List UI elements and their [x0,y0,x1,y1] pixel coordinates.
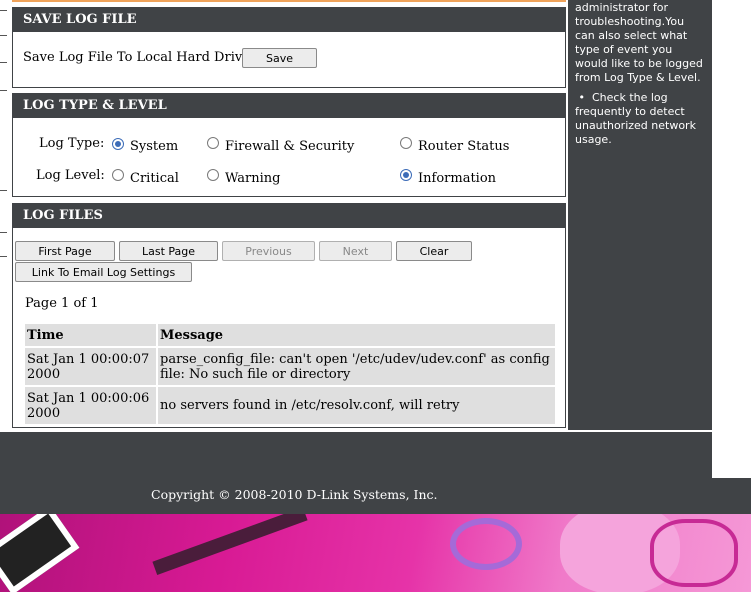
radio-firewall-security[interactable] [207,137,219,149]
radio-system[interactable] [112,138,124,150]
accent-line [12,0,566,2]
save-log-label: Save Log File To Local Hard Drive. [23,50,255,65]
copyright-text: Copyright © 2008-2010 D-Link Systems, In… [151,487,438,502]
page-info: Page 1 of 1 [25,296,99,311]
divider [0,430,713,432]
log-message: no servers found in /etc/resolv.conf, wi… [158,387,555,424]
first-page-button[interactable]: First Page [15,241,115,261]
log-table: Time Message Sat Jan 1 00:00:07 2000 par… [23,322,557,426]
radio-router-status-label: Router Status [418,139,510,154]
log-time: Sat Jan 1 00:00:07 2000 [25,348,156,385]
radio-firewall-security-label: Firewall & Security [225,139,355,154]
left-nav-edge [0,0,7,430]
log-type-label: Log Type: [39,136,105,151]
previous-button[interactable]: Previous [222,241,315,261]
email-log-settings-button[interactable]: Link To Email Log Settings [15,262,192,282]
log-type-level-section: LOG TYPE & LEVEL Log Type: Log Level: Sy… [12,93,566,197]
section-title: SAVE LOG FILE [13,8,565,32]
table-row: Sat Jan 1 00:00:07 2000 parse_config_fil… [25,348,555,385]
help-bullet: • Check the log frequently to detect una… [575,91,703,147]
desktop-wallpaper [0,514,751,592]
save-button[interactable]: Save [242,48,317,68]
section-title: LOG TYPE & LEVEL [13,94,565,118]
log-level-label: Log Level: [36,168,105,183]
help-sidebar: administrator for troubleshooting.You ca… [569,0,712,430]
radio-critical[interactable] [112,169,124,181]
wallpaper-shape [0,514,80,592]
log-files-section: LOG FILES First Page Last Page Previous … [12,203,566,428]
column-header-message: Message [158,324,555,346]
radio-warning[interactable] [207,169,219,181]
column-header-time: Time [25,324,156,346]
log-time: Sat Jan 1 00:00:06 2000 [25,387,156,424]
radio-router-status[interactable] [400,137,412,149]
wallpaper-shape [450,518,522,570]
wallpaper-shape [650,519,738,587]
table-header-row: Time Message [25,324,555,346]
wallpaper-shape [152,514,308,575]
radio-information[interactable] [400,169,412,181]
radio-information-label: Information [418,171,497,186]
clear-button[interactable]: Clear [396,241,472,261]
radio-warning-label: Warning [225,171,281,186]
next-button[interactable]: Next [319,241,392,261]
section-title: LOG FILES [13,204,565,228]
save-log-section: SAVE LOG FILE Save Log File To Local Har… [12,7,566,88]
help-bullet-text: Check the log frequently to detect unaut… [575,91,696,146]
last-page-button[interactable]: Last Page [119,241,218,261]
help-text: administrator for troubleshooting.You ca… [575,1,703,84]
log-message: parse_config_file: can't open '/etc/udev… [158,348,555,385]
radio-critical-label: Critical [130,171,179,186]
table-row: Sat Jan 1 00:00:06 2000 no servers found… [25,387,555,424]
bullet-icon: • [575,91,589,104]
radio-system-label: System [130,139,179,154]
page-margin [712,0,751,478]
